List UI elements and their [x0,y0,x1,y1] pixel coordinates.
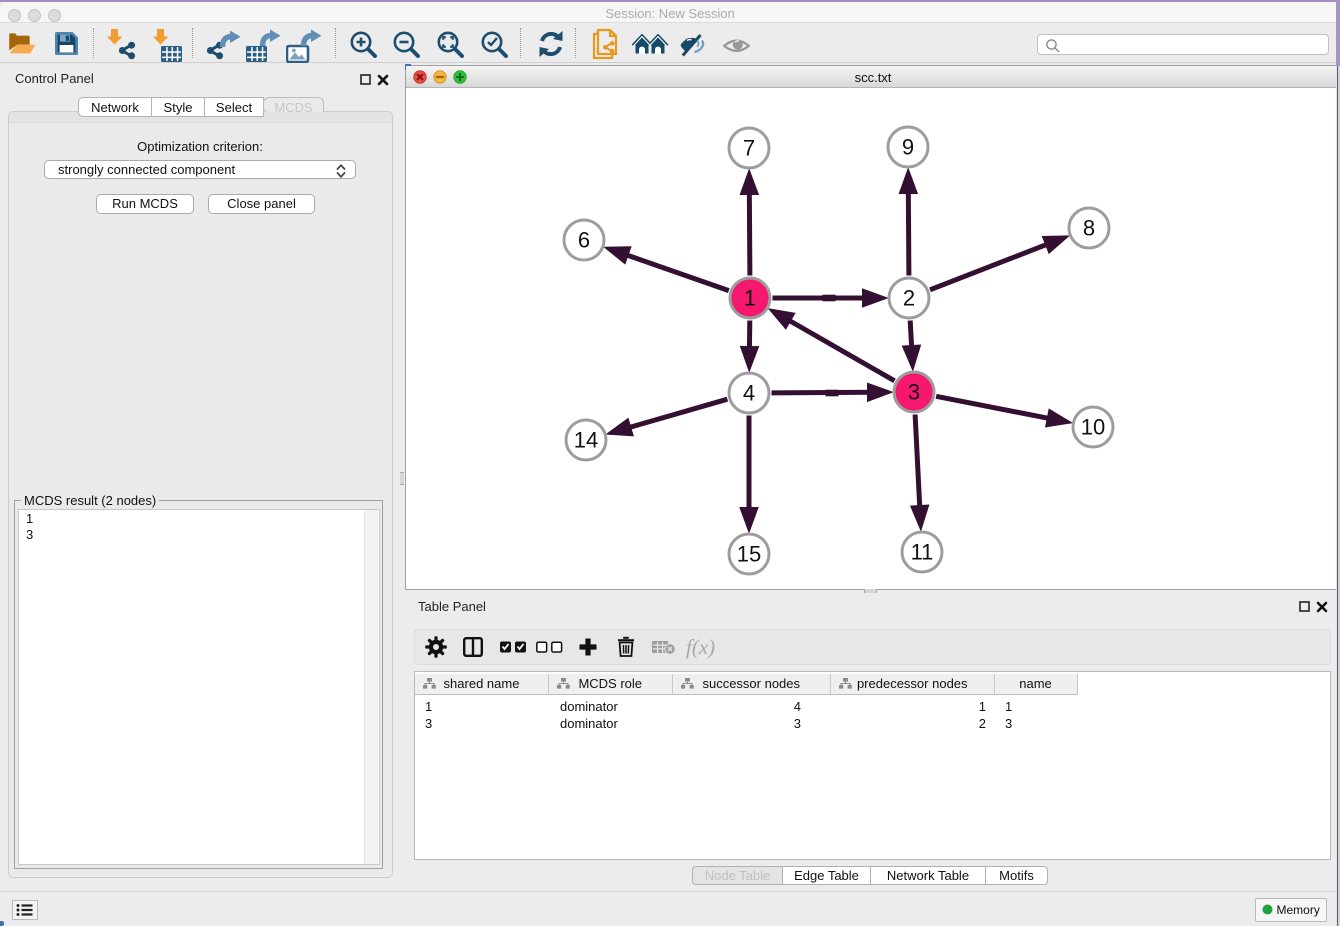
svg-text:2: 2 [903,286,915,311]
svg-text:14: 14 [574,428,598,453]
svg-text:10: 10 [1081,415,1105,440]
svg-text:8: 8 [1083,216,1095,241]
svg-text:6: 6 [578,228,590,253]
svg-text:1: 1 [744,286,756,311]
svg-text:7: 7 [743,136,755,161]
svg-text:3: 3 [908,380,920,405]
svg-text:15: 15 [737,542,761,567]
svg-text:4: 4 [743,381,755,406]
svg-text:11: 11 [911,540,934,565]
svg-text:9: 9 [902,135,914,160]
